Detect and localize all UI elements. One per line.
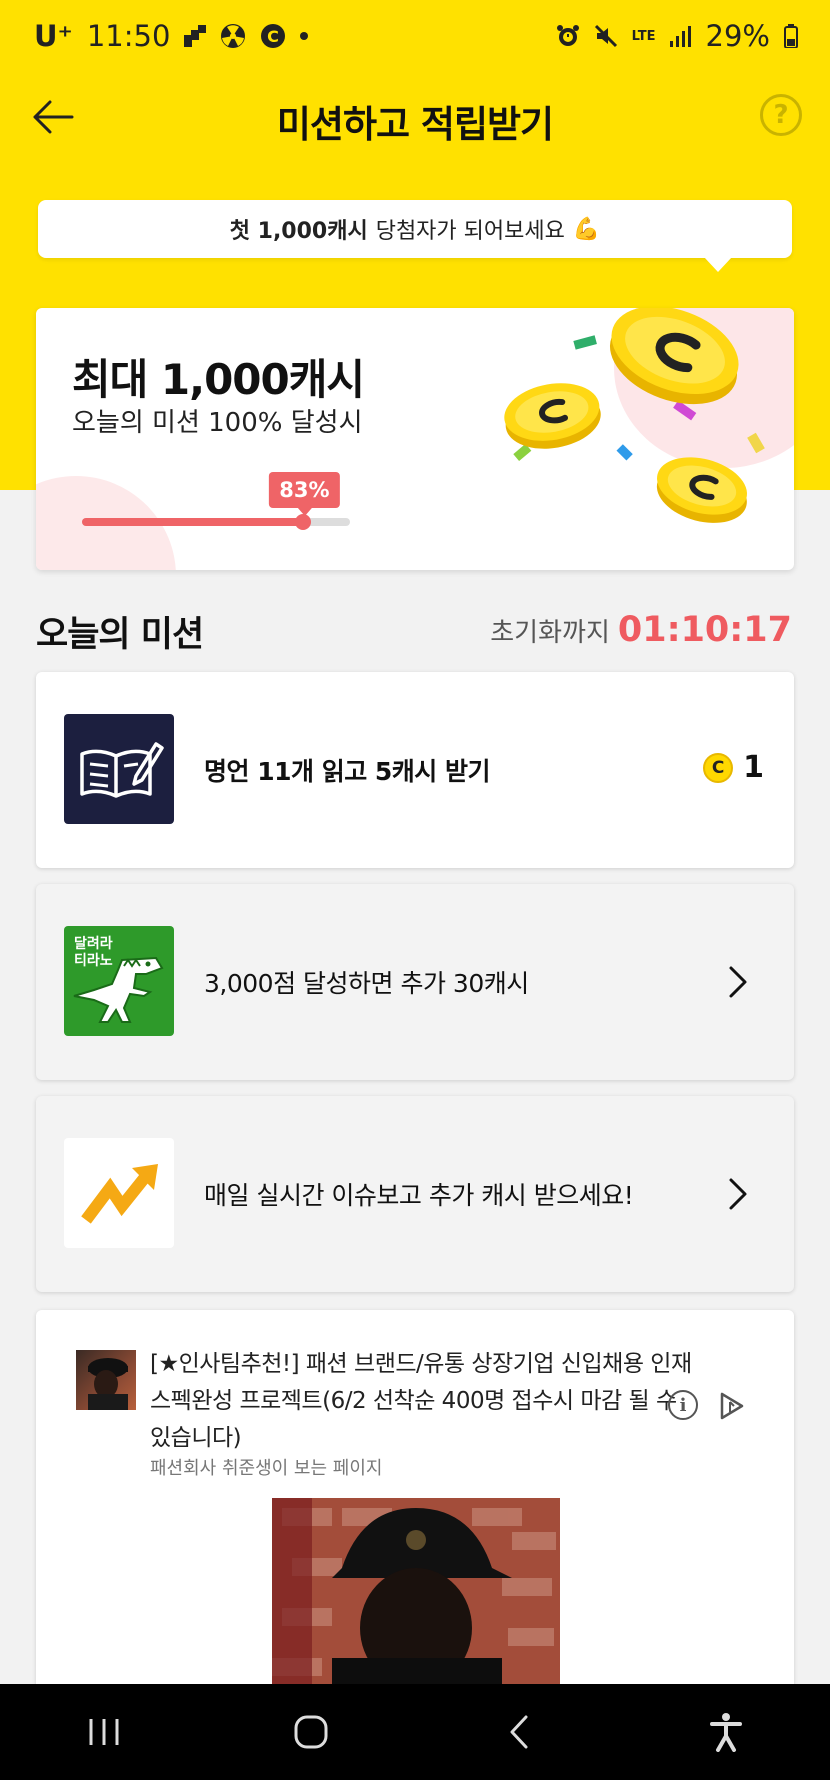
alarm-icon xyxy=(556,24,580,48)
mission-card-realtime-issues[interactable]: 매일 실시간 이슈보고 추가 캐시 받으세요! xyxy=(36,1096,794,1292)
notification-icon xyxy=(184,25,207,47)
accessibility-button[interactable] xyxy=(686,1692,766,1772)
battery-icon xyxy=(784,24,798,48)
home-button[interactable] xyxy=(271,1692,351,1772)
chevron-right-icon xyxy=(729,1178,747,1210)
mission-reward: C 1 xyxy=(703,750,764,785)
app-bar: 미션하고 적립받기 ? xyxy=(0,72,830,162)
coins-illustration xyxy=(504,308,765,523)
progress-knob xyxy=(295,514,312,530)
home-icon xyxy=(294,1715,328,1749)
radiation-icon xyxy=(220,23,246,49)
svg-text:C: C xyxy=(268,27,280,46)
promo-bold-text: 첫 1,000캐시 xyxy=(229,219,368,244)
mute-icon xyxy=(594,24,618,48)
progress-fill xyxy=(82,514,312,530)
help-button[interactable]: ? xyxy=(760,94,802,136)
trending-up-arrow-icon xyxy=(64,1138,174,1248)
chevron-right-icon xyxy=(729,966,747,998)
reset-label: 초기화까지 xyxy=(490,618,610,648)
ad-title-line: 있습니다) xyxy=(150,1425,242,1451)
tooltip-arrow xyxy=(704,257,732,272)
network-type-label: LTE xyxy=(631,28,656,44)
reset-countdown: 초기화까지 01:10:17 xyxy=(490,610,792,650)
mission-label: 3,000점 달성하면 추가 30캐시 xyxy=(204,969,529,998)
chevron-left-icon xyxy=(510,1715,528,1749)
accessibility-icon xyxy=(710,1713,743,1752)
cash-c-icon: C xyxy=(260,23,286,49)
system-nav-bar xyxy=(0,1684,830,1780)
reset-timer: 01:10:17 xyxy=(617,610,792,650)
ad-choices-icon[interactable] xyxy=(716,1390,748,1422)
mission-label: 명언 11개 읽고 5캐시 받기 xyxy=(204,757,491,786)
carrier-label: U⁺ xyxy=(34,19,73,53)
nav-back-button[interactable] xyxy=(479,1692,559,1772)
reward-card: 최대 1,000캐시 오늘의 미션 100% 달성시 83% xyxy=(36,308,794,570)
ad-card[interactable]: [★인사팀추천!] 패션 브랜드/유통 상장기업 신입채용 인재 스펙완성 프로… xyxy=(36,1310,794,1690)
advertiser-avatar xyxy=(76,1350,136,1410)
recent-apps-button[interactable] xyxy=(64,1692,144,1772)
clock: 11:50 xyxy=(86,19,171,53)
promo-text: 당첨자가 되어보세요 xyxy=(375,219,565,244)
signal-icon xyxy=(669,25,692,47)
ad-title[interactable]: [★인사팀추천!] 패션 브랜드/유통 상장기업 신입채용 인재 스펙완성 프로… xyxy=(150,1346,710,1457)
progress-percent-badge: 83% xyxy=(269,472,340,516)
today-missions-title: 오늘의 미션 xyxy=(36,615,204,655)
flexed-biceps-icon: 💪 xyxy=(572,216,601,242)
recent-apps-icon xyxy=(89,1719,119,1745)
ad-title-line: [★인사팀추천!] 패션 브랜드/유통 상장기업 신입채용 인재 xyxy=(150,1351,692,1377)
reward-count: 1 xyxy=(743,750,764,785)
mission-card-quotes[interactable]: 명언 11개 읽고 5캐시 받기 C 1 xyxy=(36,672,794,868)
promo-tooltip: 첫 1,000캐시 당첨자가 되어보세요 💪 xyxy=(38,200,792,272)
ad-image[interactable] xyxy=(272,1498,560,1690)
reward-title: 최대 1,000캐시 xyxy=(72,355,365,404)
reward-subtitle: 오늘의 미션 100% 달성시 xyxy=(72,408,363,438)
battery-percent: 29% xyxy=(705,19,770,53)
cash-coin-icon: C xyxy=(703,752,734,783)
ad-info-icon[interactable]: i xyxy=(668,1390,698,1420)
book-pen-icon xyxy=(64,714,174,824)
ad-title-line: 스펙완성 프로젝트(6/2 선착순 400명 접수시 마감 될 수 xyxy=(150,1388,677,1414)
mission-card-tyranno-game[interactable]: 달려라 티라노 3,000점 달성하면 추가 30캐시 xyxy=(36,884,794,1080)
status-bar: U⁺ 11:50 C LTE 29% xyxy=(0,0,830,72)
page-title: 미션하고 적립받기 xyxy=(276,103,554,146)
progress-bar xyxy=(82,514,350,530)
dinosaur-icon: 달려라 티라노 xyxy=(64,926,174,1036)
more-notifications-dot xyxy=(300,32,309,40)
mission-label: 매일 실시간 이슈보고 추가 캐시 받으세요! xyxy=(204,1181,634,1210)
ad-source: 패션회사 취준생이 보는 페이지 xyxy=(150,1458,383,1479)
